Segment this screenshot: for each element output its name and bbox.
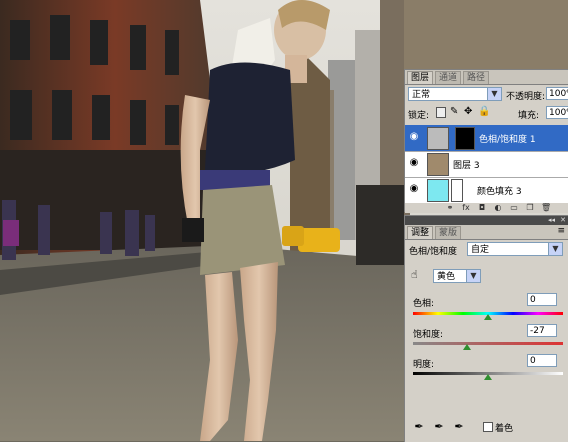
lightness-input[interactable]: 0 — [527, 354, 557, 367]
adjust-title: 色相/饱和度 — [409, 247, 458, 257]
link-icon[interactable]: ⚭ — [445, 203, 455, 212]
panel-grip: ◂◂ ✕ — [405, 216, 568, 225]
lightness-label: 明度: — [413, 360, 435, 370]
layers-tabbar: 图层 通道 路径 — [405, 70, 568, 85]
saturation-input[interactable]: -27 — [527, 324, 557, 337]
layer-mask-thumb — [455, 127, 475, 150]
preset-value: 自定 — [471, 245, 490, 255]
lock-icon[interactable]: 🔒 — [478, 106, 490, 117]
layers-list: ◉ 色相/饱和度 1 ◉ 图层 3 ◉ 颜色填充 3 — [405, 125, 568, 204]
colorize-checkbox[interactable] — [483, 422, 493, 432]
adjustment-icon[interactable]: ◐ — [493, 203, 503, 212]
layer-thumb — [427, 153, 449, 176]
new-layer-icon[interactable]: ❐ — [525, 203, 535, 212]
eyedropper-minus-icon[interactable]: ✒ — [453, 420, 465, 434]
eyedropper-plus-icon[interactable]: ✒ — [433, 420, 445, 434]
fx-icon[interactable]: fx — [461, 203, 471, 212]
fill-input[interactable]: 100% — [546, 106, 568, 119]
eye-icon[interactable]: ◉ — [407, 131, 421, 143]
opacity-input[interactable]: 100% — [546, 87, 568, 100]
adjust-tabbar: 调整 蒙版 ≡ — [405, 225, 568, 240]
colorize-label: 着色 — [495, 424, 514, 434]
fill-swatch-thumb — [427, 179, 449, 202]
channel-value: 黄色 — [437, 272, 456, 282]
saturation-slider-track[interactable] — [413, 342, 563, 345]
saturation-slider-thumb[interactable] — [463, 344, 471, 350]
adjustments-panel: ◂◂ ✕ 调整 蒙版 ≡ 色相/饱和度 自定 ▼ ☝ 黄色 ▼ 色相: 0 饱和… — [404, 215, 568, 442]
chevron-down-icon: ▼ — [487, 88, 501, 100]
eyedropper-row: ✒ ✒ ✒ 着色 — [413, 420, 568, 436]
layer-name: 色相/饱和度 1 — [479, 135, 536, 145]
layer-row-color-fill-3[interactable]: ◉ 颜色填充 3 — [405, 177, 568, 204]
tab-paths[interactable]: 路径 — [463, 71, 490, 84]
layer-row-layer-3[interactable]: ◉ 图层 3 — [405, 151, 568, 178]
lightness-slider-thumb[interactable] — [484, 374, 492, 380]
adjustment-thumb-icon — [427, 127, 449, 150]
hand-adjust-icon[interactable]: ☝ — [411, 268, 418, 281]
move-icon[interactable]: ✥ — [464, 106, 472, 117]
mask-icon[interactable]: ◘ — [477, 203, 487, 212]
blend-mode-value: 正常 — [412, 90, 431, 100]
eyedropper-icon[interactable]: ✒ — [413, 420, 425, 434]
tab-channels[interactable]: 通道 — [435, 71, 462, 84]
hue-input[interactable]: 0 — [527, 293, 557, 306]
close-icon[interactable]: ✕ — [560, 216, 566, 225]
fill-label: 填充: — [518, 111, 540, 121]
layers-footer: ⚭ fx ◘ ◐ ▭ ❐ 🗑 — [405, 203, 568, 213]
blend-mode-select[interactable]: 正常 ▼ — [408, 87, 502, 101]
layers-panel: 图层 通道 路径 正常 ▼ 不透明度: 100% 锁定: ✎ ✥ 🔒 填充: 1… — [404, 69, 568, 213]
opacity-label: 不透明度: — [506, 92, 546, 102]
brush-icon[interactable]: ✎ — [450, 106, 458, 117]
lock-transparent-icon[interactable] — [436, 107, 446, 118]
layer-mask-thumb — [451, 179, 463, 202]
eye-icon[interactable]: ◉ — [407, 183, 421, 195]
saturation-label: 饱和度: — [413, 330, 444, 340]
layer-name: 图层 3 — [453, 161, 480, 171]
hue-label: 色相: — [413, 299, 435, 309]
chevron-down-icon: ▼ — [548, 243, 562, 255]
chevron-down-icon: ▼ — [466, 270, 480, 282]
preset-select[interactable]: 自定 ▼ — [467, 242, 563, 256]
eye-icon[interactable]: ◉ — [407, 157, 421, 169]
channel-select[interactable]: 黄色 ▼ — [433, 269, 481, 283]
tab-masks[interactable]: 蒙版 — [435, 226, 462, 239]
lock-label: 锁定: — [408, 111, 430, 121]
tab-layers[interactable]: 图层 — [407, 71, 434, 84]
layer-row-hue-saturation[interactable]: ◉ 色相/饱和度 1 — [405, 125, 568, 152]
layer-name: 颜色填充 3 — [477, 187, 522, 197]
collapse-icon[interactable]: ◂◂ — [548, 216, 555, 225]
hue-slider-thumb[interactable] — [484, 314, 492, 320]
folder-icon[interactable]: ▭ — [509, 203, 519, 212]
trash-icon[interactable]: 🗑 — [541, 203, 551, 212]
panel-menu-icon[interactable]: ≡ — [557, 226, 565, 236]
tab-adjustments[interactable]: 调整 — [407, 226, 434, 239]
